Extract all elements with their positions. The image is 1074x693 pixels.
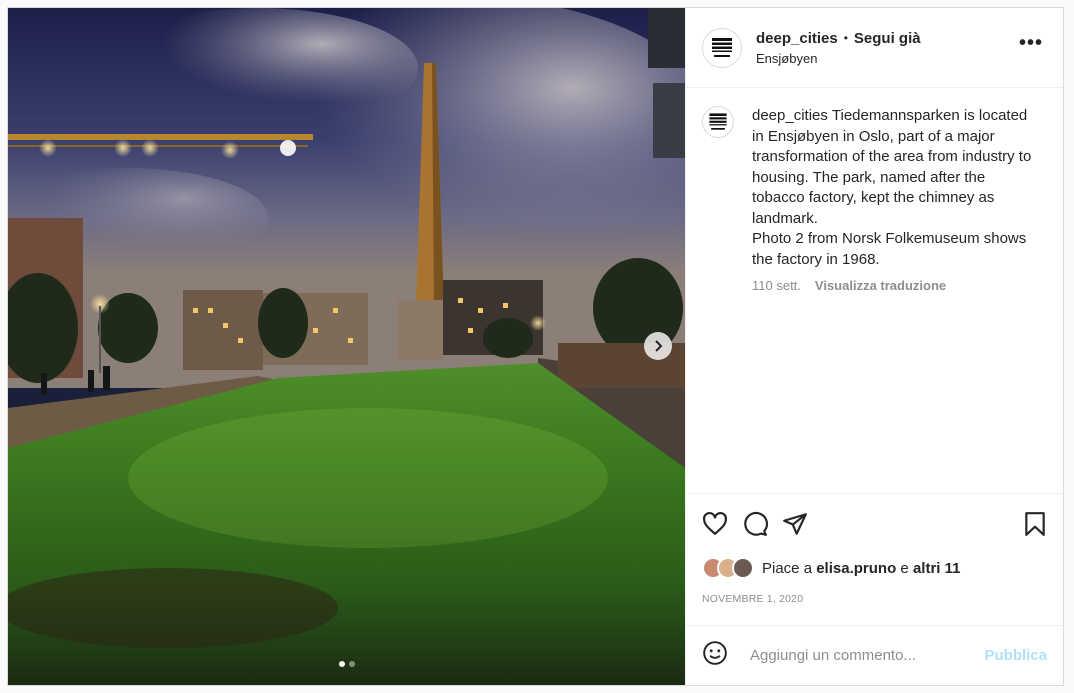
caption-text: Tiedemannsparken is located in Ensjøbyen… [752, 107, 1032, 268]
emoji-button[interactable] [702, 640, 734, 671]
night-park-photo [8, 8, 685, 685]
likes-summary: Piace a elisa.pruno e altri 11 [686, 553, 1063, 583]
liker-avatar[interactable] [732, 557, 754, 579]
publish-button[interactable]: Pubblica [984, 647, 1047, 664]
see-translation-link[interactable]: Visualizza traduzione [815, 278, 946, 293]
action-bar [686, 493, 1063, 553]
carousel-dot-2 [348, 661, 355, 667]
chevron-right-icon [655, 340, 663, 352]
post-header: deep_cities • Segui già Ensjøbyen ••• [686, 8, 1063, 88]
comment-composer: Pubblica [686, 625, 1063, 685]
share-button[interactable] [782, 504, 822, 544]
smiley-icon [703, 641, 727, 665]
post-photo[interactable] [8, 8, 685, 685]
header-username-link[interactable]: deep_cities [756, 30, 838, 47]
comments-area[interactable]: deep_cities Tiedemannsparken is located i… [686, 88, 1063, 493]
post-caption: deep_cities Tiedemannsparken is located i… [752, 106, 1032, 270]
bookmark-icon [1025, 511, 1045, 536]
post-side-panel: deep_cities • Segui già Ensjøbyen ••• de… [685, 8, 1063, 685]
separator-dot: • [843, 31, 848, 45]
location-link[interactable]: Ensjøbyen [756, 51, 1015, 66]
carousel-dot-1 [338, 661, 345, 667]
other-likes-link[interactable]: altri 11 [913, 560, 961, 577]
comment-bubble-icon [744, 511, 768, 536]
caption-avatar[interactable] [702, 106, 734, 138]
deep-cities-logo [709, 113, 727, 130]
liker-username-link[interactable]: elisa.pruno [816, 560, 896, 577]
following-button[interactable]: Segui già [854, 30, 921, 47]
likes-conjunction: e [900, 559, 909, 577]
paper-plane-icon [783, 512, 807, 535]
deep-cities-logo [712, 37, 732, 57]
save-button[interactable] [1007, 504, 1047, 544]
post-date[interactable]: NOVEMBRE 1, 2020 [686, 583, 1063, 625]
comment-button[interactable] [742, 504, 782, 544]
more-options-icon[interactable]: ••• [1015, 32, 1047, 63]
caption-username-link[interactable]: deep_cities [752, 107, 828, 124]
like-button[interactable] [702, 504, 742, 544]
comment-input[interactable] [734, 647, 985, 664]
likes-prefix: Piace a [762, 559, 813, 577]
post-age: 110 sett. [752, 278, 801, 293]
avatar[interactable] [702, 27, 742, 68]
post-dialog: deep_cities • Segui già Ensjøbyen ••• de… [7, 7, 1064, 686]
heart-icon [703, 511, 727, 535]
carousel-indicator [8, 661, 685, 667]
next-photo-button[interactable] [644, 332, 672, 360]
